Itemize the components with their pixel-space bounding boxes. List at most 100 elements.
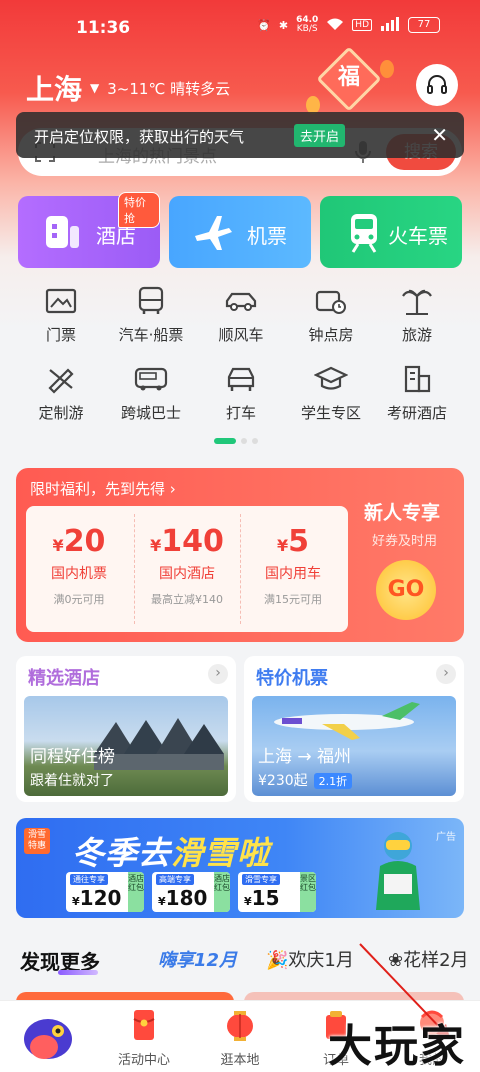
skier-illustration — [376, 832, 420, 910]
weather-text: 3~11℃ 晴转多云 — [107, 79, 231, 98]
nav-home[interactable] — [0, 1007, 96, 1071]
coupon-condition: 满0元可用 — [53, 593, 105, 606]
coupon-condition: 满15元可用 — [264, 593, 322, 606]
flight-route: 上海 → 福州 — [258, 747, 352, 767]
train-button[interactable]: 火车票 — [320, 196, 462, 268]
flight-label: 机票 — [247, 224, 287, 248]
enable-location-button[interactable]: 去开启 — [294, 124, 346, 147]
grid-item-intercity-bus[interactable]: 跨城巴士 — [106, 364, 196, 423]
coupon-amount: 20 — [63, 524, 106, 559]
main-categories: 酒店 特价抢 机票 火车票 — [18, 192, 462, 270]
flight-button[interactable]: 机票 — [169, 196, 311, 268]
active-tab-underline — [58, 970, 98, 975]
graduation-cap-icon — [313, 366, 349, 390]
ski-promo-banner[interactable]: 滑雪 特惠 冬季去滑雪啦 广告 通往专享 ¥120 酒店 红包 高端专享 ¥18… — [16, 818, 464, 918]
coupon-name: 国内酒店 — [159, 566, 215, 582]
coupon-list: ¥20 国内机票 满0元可用 ¥140 国内酒店 最高立减¥140 ¥5 国内用… — [26, 506, 348, 632]
status-time: 11:36 — [76, 18, 131, 38]
toast-message: 开启定位权限，获取出行的天气 — [34, 128, 245, 146]
network-speed: 64.0 KB/S — [296, 15, 319, 34]
chevron-right-icon[interactable]: › — [436, 664, 456, 684]
wifi-icon — [326, 17, 344, 34]
coupon-condition: 最高立减¥140 — [151, 593, 223, 606]
grid-item-custom-tour[interactable]: 定制游 — [16, 364, 106, 423]
discount-badge: 2.1折 — [313, 773, 353, 789]
building-icon — [404, 365, 431, 393]
car-icon — [225, 292, 257, 311]
coupon-flight[interactable]: ¥20 国内机票 满0元可用 — [26, 506, 132, 632]
page-dot — [241, 438, 247, 444]
ticket-icon — [45, 288, 77, 314]
red-envelope-icon — [133, 1010, 155, 1040]
grid-item-hourly-room[interactable]: 钟点房 — [286, 286, 376, 345]
coupon-amount: 5 — [288, 524, 309, 559]
page-indicator — [214, 438, 258, 444]
go-button[interactable]: GO — [376, 560, 436, 620]
bus-icon — [138, 286, 164, 314]
custom-tour-icon — [48, 368, 74, 394]
intercity-bus-icon — [134, 367, 168, 391]
ski-ticket: 通往专享 ¥120 酒店 红包 — [66, 872, 144, 912]
limited-offer-panel: 限时福利，先到先得 › ¥20 国内机票 满0元可用 ¥140 国内酒店 最高立… — [16, 468, 464, 642]
special-flight-card[interactable]: 特价机票 › 上海 → 福州 ¥230起 2.1折 — [244, 656, 464, 802]
hotel-card-subline: 跟着住就对了 — [30, 773, 114, 789]
grid-item-taxi[interactable]: 打车 — [196, 364, 286, 423]
lantern-nav-icon — [227, 1011, 253, 1041]
grid-item-travel[interactable]: 旅游 — [372, 286, 462, 345]
mascot-home-icon — [24, 1019, 72, 1059]
ski-ticket: 滑雪专享 ¥15 景区 红包 — [238, 872, 316, 912]
banner-title: 冬季去滑雪啦 — [72, 834, 271, 872]
hotel-card-headline: 同程好住榜 — [30, 747, 115, 767]
flight-price-row: ¥230起 2.1折 — [258, 770, 353, 790]
promo-title[interactable]: 限时福利，先到先得 › — [30, 478, 176, 499]
ad-label: 广告 — [436, 832, 456, 843]
nav-activity-center[interactable]: 活动中心 — [96, 1007, 192, 1068]
bluetooth-icon: ✱ — [278, 18, 289, 32]
featured-hotel-card[interactable]: 精选酒店 › 同程好住榜 跟着住就对了 — [16, 656, 236, 802]
signal-icon — [380, 16, 400, 34]
ski-deal-tag: 滑雪 特惠 — [24, 828, 50, 854]
location-permission-toast: 开启定位权限，获取出行的天气 去开启 ✕ — [16, 112, 464, 158]
flight-price: ¥230起 — [258, 773, 308, 789]
taxi-icon — [227, 367, 255, 391]
city-name[interactable]: 上海 — [26, 68, 82, 108]
new-user-subtitle: 好券及时用 — [372, 534, 438, 549]
caret-down-icon[interactable]: ▼ — [90, 81, 99, 95]
card-title: 特价机票 — [256, 668, 328, 689]
tab-january[interactable]: 🎉欢庆1月 — [266, 946, 354, 972]
nav-local[interactable]: 逛本地 — [192, 1007, 288, 1068]
headset-icon — [427, 75, 447, 94]
palm-tree-icon — [402, 289, 432, 315]
close-icon[interactable]: ✕ — [431, 123, 448, 147]
lantern-icon — [380, 60, 394, 78]
chevron-right-icon[interactable]: › — [208, 664, 228, 684]
coupon-amount: 140 — [161, 524, 224, 559]
coupon-car[interactable]: ¥5 国内用车 满15元可用 — [240, 506, 346, 632]
hotel-button[interactable]: 酒店 特价抢 — [18, 192, 160, 268]
grid-item-exam-hotel[interactable]: 考研酒店 — [372, 364, 462, 423]
train-label: 火车票 — [388, 224, 448, 248]
grid-item-carpool[interactable]: 顺风车 — [196, 286, 286, 345]
coupon-name: 国内机票 — [51, 566, 107, 582]
new-user-title: 新人专享 — [364, 502, 441, 524]
battery-indicator: 77 — [408, 17, 440, 33]
tab-december[interactable]: 嗨享12月 — [158, 946, 237, 972]
special-deal-badge: 特价抢 — [118, 192, 160, 228]
train-icon — [351, 214, 377, 253]
hourly-room-icon — [315, 290, 346, 314]
grid-item-bus-ferry[interactable]: 汽车·船票 — [106, 286, 196, 345]
grid-item-student-zone[interactable]: 学生专区 — [286, 364, 376, 423]
card-title: 精选酒店 — [28, 668, 100, 689]
customer-service-button[interactable] — [416, 64, 458, 106]
hd-icon: HD — [352, 19, 372, 31]
watermark: 大玩家 — [328, 1021, 466, 1072]
page-dot-active — [214, 438, 236, 444]
fu-character: 福 — [337, 65, 360, 90]
page-dot — [252, 438, 258, 444]
ski-ticket: 高端专享 ¥180 酒店 红包 — [152, 872, 230, 912]
coupon-hotel[interactable]: ¥140 国内酒店 最高立减¥140 — [134, 506, 240, 632]
grid-item-tickets[interactable]: 门票 — [16, 286, 106, 345]
status-bar: 11:36 ⏰ ✱ 64.0 KB/S HD 77 — [0, 0, 480, 56]
alarm-icon: ⏰ — [257, 18, 271, 32]
hotel-icon — [46, 216, 79, 248]
